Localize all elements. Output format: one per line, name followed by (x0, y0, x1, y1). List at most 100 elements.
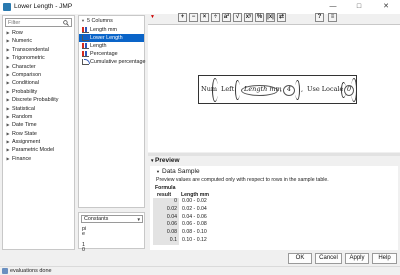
function-category-item[interactable]: ▶ Row State (4, 130, 74, 138)
expand-arrow-icon[interactable]: ▶ (4, 155, 12, 163)
preview-body: ▼ Data Sample Preview values are computed… (150, 166, 398, 250)
expand-arrow-icon[interactable]: ▶ (4, 37, 12, 45)
help-button[interactable]: Help (372, 253, 397, 264)
expand-arrow-icon[interactable]: ▶ (4, 29, 12, 37)
function-category-item[interactable]: ▶ Random (4, 113, 74, 121)
multiply-icon[interactable]: × (200, 13, 209, 22)
function-category-item[interactable]: ▶ Conditional (4, 79, 74, 87)
function-category-item[interactable]: ▶ Row (4, 29, 74, 37)
column-label: Lower Length (90, 35, 123, 41)
window-title: Lower Length - JMP (14, 3, 73, 10)
function-category-item[interactable]: ▶ Assignment (4, 138, 74, 146)
expand-arrow-icon[interactable]: ▶ (4, 130, 12, 138)
sqrt-icon[interactable]: √ (233, 13, 242, 22)
expand-arrow-icon[interactable]: ▶ (4, 88, 12, 96)
use-locale-label[interactable]: Use Locale (307, 85, 343, 93)
column-item[interactable]: Lower Length (79, 34, 144, 42)
column-item[interactable]: Cumulative percentage (79, 58, 146, 66)
length-mm-cell: 0.06 - 0.08 (182, 221, 207, 228)
red-triangle-menu-icon[interactable]: ▼ (150, 14, 155, 20)
expand-arrow-icon[interactable]: ▶ (4, 121, 12, 129)
continuous-column-icon (82, 50, 89, 57)
table-row: 0 0.00 - 0.02 (153, 198, 215, 206)
length-mm-cell: 0.00 - 0.02 (182, 198, 207, 204)
expand-arrow-icon[interactable]: ▶ (4, 54, 12, 62)
constants-dropdown-value: Constants (84, 216, 109, 222)
expand-arrow-icon[interactable]: ▶ (4, 113, 12, 121)
function-category-item[interactable]: ▶ Numeric (4, 37, 74, 45)
function-category-label: Transcendental (12, 46, 49, 53)
swap-icon[interactable]: ⇄ (277, 13, 286, 22)
expand-arrow-icon[interactable]: ▶ (4, 71, 12, 79)
modulo-icon[interactable]: % (255, 13, 264, 22)
filter-field[interactable] (5, 18, 72, 27)
expand-arrow-icon[interactable]: ▶ (4, 146, 12, 154)
continuous-column-icon (82, 26, 89, 33)
function-category-item[interactable]: ▶ Finance (4, 155, 74, 163)
cancel-button[interactable]: Cancel (315, 253, 342, 264)
preview-header[interactable]: ▼Preview (150, 156, 398, 165)
column-item[interactable]: Length (79, 42, 144, 50)
column-label: Cumulative percentage (90, 59, 146, 65)
constant-item[interactable]: e (82, 231, 85, 237)
function-category-label: Character (12, 63, 36, 70)
ok-button[interactable]: OK (288, 253, 312, 264)
function-category-item[interactable]: ▶ Discrete Probability (4, 96, 74, 104)
function-category-item[interactable]: ▶ Character (4, 63, 74, 71)
functions-panel: ▶Row▶Numeric▶Transcendental▶Trigonometri… (2, 15, 75, 250)
divide-icon[interactable]: ÷ (211, 13, 220, 22)
square-icon[interactable]: a² (222, 13, 231, 22)
continuous-column-icon (82, 42, 89, 49)
function-category-item[interactable]: ▶ Trigonometric (4, 54, 74, 62)
length-mm-header: Length mm (181, 191, 209, 198)
expand-arrow-icon[interactable]: ▶ (4, 105, 12, 113)
function-category-item[interactable]: ▶ Probability (4, 88, 74, 96)
table-row: 0.06 0.06 - 0.08 (153, 221, 215, 230)
expand-arrow-icon[interactable]: ▶ (4, 138, 12, 146)
power-icon[interactable]: xʸ (244, 13, 253, 22)
function-category-label: Random (12, 113, 33, 120)
expand-arrow-icon[interactable]: ▶ (4, 96, 12, 104)
menu-icon[interactable]: ≡ (328, 13, 337, 22)
length-mm-cell: 0.08 - 0.10 (182, 229, 207, 236)
add-icon[interactable]: + (178, 13, 187, 22)
function-category-item[interactable]: ▶ Transcendental (4, 46, 74, 54)
function-category-item[interactable]: ▶ Statistical (4, 105, 74, 113)
comma-separator: , (280, 85, 283, 93)
columns-group-header[interactable]: ▼ 5 Columns (81, 17, 113, 25)
data-sample-header[interactable]: ▼ Data Sample (156, 168, 200, 176)
expand-arrow-icon[interactable]: ▶ (4, 46, 12, 54)
function-category-label: Parametric Model (12, 147, 55, 154)
inner-close-paren (295, 80, 300, 100)
function-category-label: Assignment (12, 139, 41, 146)
function-category-list: ▶ Row ▶ Numeric ▶ Transcendental ▶ Trigonometri… (4, 29, 74, 163)
length-column-argument[interactable]: Length mm (244, 85, 282, 93)
column-item[interactable]: Percentage (79, 50, 144, 58)
expand-arrow-icon[interactable]: ▶ (4, 79, 12, 87)
function-category-item[interactable]: ▶ Date Time (4, 121, 74, 129)
subtract-icon[interactable]: − (189, 13, 198, 22)
column-item[interactable]: Length mm (79, 26, 144, 34)
function-category-item[interactable]: ▶ Parametric Model (4, 146, 74, 154)
search-icon[interactable] (63, 20, 69, 26)
formula-column-icon (82, 34, 90, 41)
columns-count-label: 5 Columns (87, 18, 113, 24)
num-function[interactable]: Num (201, 85, 217, 93)
filter-input[interactable] (8, 19, 60, 26)
apply-button[interactable]: Apply (345, 253, 369, 264)
help-icon[interactable]: ? (315, 13, 324, 22)
column-label: Length mm (90, 27, 117, 33)
formula-expression[interactable]: Num Left Length mm , 4 , Use Locale 0 (198, 75, 357, 104)
left-function[interactable]: Left (221, 85, 234, 93)
function-category-label: Comparison (12, 71, 42, 78)
formula-editor-area[interactable]: Num Left Length mm , 4 , Use Locale 0 (148, 24, 400, 152)
table-row: 0.02 0.02 - 0.04 (153, 205, 215, 214)
abs-icon[interactable]: |x| (266, 13, 275, 22)
constant-item[interactable]: 0 (82, 247, 85, 253)
function-category-label: Statistical (12, 105, 36, 112)
inner-open-paren (235, 80, 240, 100)
expand-arrow-icon[interactable]: ▶ (4, 63, 12, 71)
function-category-item[interactable]: ▶ Comparison (4, 71, 74, 79)
count-argument[interactable]: 4 (287, 85, 291, 93)
constants-dropdown[interactable]: Constants ▼ (81, 215, 143, 223)
